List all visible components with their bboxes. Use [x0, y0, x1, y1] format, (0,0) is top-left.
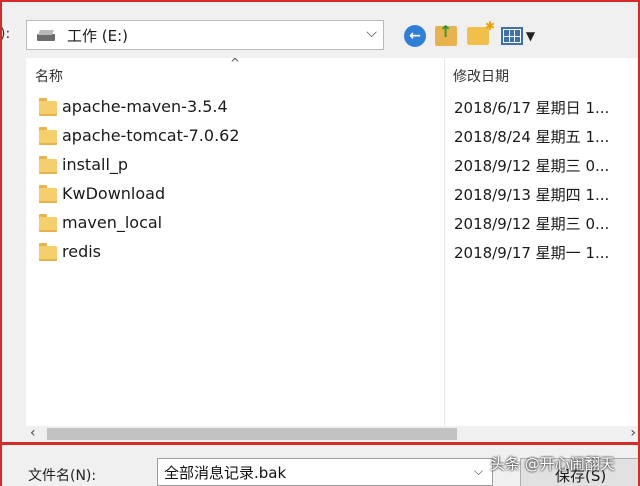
folder-icon: [39, 156, 57, 174]
folder-icon: [39, 98, 57, 116]
item-name: KwDownload: [62, 184, 166, 203]
column-header-name[interactable]: 名称: [35, 66, 63, 86]
scrollbar-thumb[interactable]: [47, 428, 457, 440]
item-name: install_p: [62, 155, 129, 174]
item-name: apache-maven-3.5.4: [62, 97, 228, 116]
item-date: 2018/8/24 星期五 1...: [454, 128, 610, 146]
item-date: 2018/6/17 星期日 1...: [454, 99, 610, 117]
list-item[interactable]: apache-tomcat-7.0.62 2018/8/24 星期五 1...: [26, 121, 640, 149]
caret-down-icon[interactable]: ▼: [526, 29, 535, 43]
item-name: apache-tomcat-7.0.62: [62, 126, 240, 145]
item-name: maven_local: [62, 213, 163, 232]
column-header-date[interactable]: 修改日期: [453, 66, 509, 86]
item-date: 2018/9/17 星期一 1...: [454, 244, 610, 262]
list-item[interactable]: redis 2018/9/17 星期一 1...: [26, 237, 640, 265]
folder-icon: [39, 214, 57, 232]
file-list[interactable]: 名称 ^ 修改日期 apache-maven-3.5.4 2018/6/17 星…: [26, 56, 640, 444]
sort-caret-icon: ^: [230, 56, 241, 70]
chevron-down-icon[interactable]: ⌵: [366, 25, 377, 41]
item-date: 2018/9/12 星期三 0...: [454, 157, 610, 175]
filename-field[interactable]: [157, 458, 493, 486]
list-item[interactable]: maven_local 2018/9/12 星期三 0...: [26, 208, 640, 236]
location-label-fragment: ):: [0, 26, 11, 42]
new-folder-icon[interactable]: [466, 19, 495, 48]
location-combobox[interactable]: 工作 (E:) ⌵: [26, 20, 384, 50]
list-item[interactable]: KwDownload 2018/9/13 星期四 1...: [26, 179, 640, 207]
folder-icon: [39, 127, 57, 145]
horizontal-scrollbar[interactable]: ‹ ›: [26, 425, 640, 442]
scroll-left-icon[interactable]: ‹: [30, 425, 36, 441]
chevron-down-icon[interactable]: ⌵: [474, 464, 483, 479]
watermark: 头条 @开心闹翻天: [490, 455, 615, 473]
location-text: 工作 (E:): [67, 26, 129, 45]
item-date: 2018/9/13 星期四 1...: [454, 186, 610, 204]
drive-icon: [37, 28, 59, 42]
item-date: 2018/9/12 星期三 0...: [454, 215, 610, 233]
item-name: redis: [62, 242, 102, 261]
folder-icon: [39, 185, 57, 203]
filename-label: 文件名(N):: [28, 468, 97, 484]
up-folder-icon[interactable]: ↑: [434, 22, 458, 48]
list-item[interactable]: install_p 2018/9/12 星期三 0...: [26, 150, 640, 178]
folder-icon: [39, 243, 57, 261]
list-item[interactable]: apache-maven-3.5.4 2018/6/17 星期日 1...: [26, 92, 640, 120]
view-menu-icon[interactable]: ▼: [498, 24, 538, 48]
scroll-right-icon[interactable]: ›: [630, 425, 636, 441]
back-arrow-icon[interactable]: ←: [403, 24, 427, 48]
